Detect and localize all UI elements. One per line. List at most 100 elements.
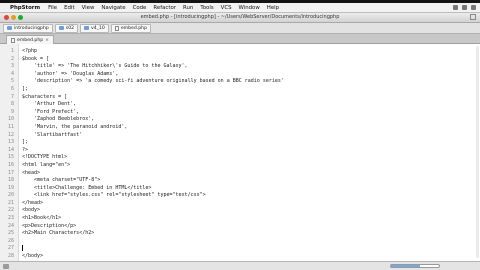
code-text: <title>Challenge: Embed in HTML</title> <box>22 184 152 191</box>
code-line: 25 <h2>Main Characters</h2> <box>0 230 480 238</box>
window-title-bar: embed.php - [introducingphp] - ~/Users/W… <box>0 13 480 23</box>
code-line: 27 <box>0 245 480 253</box>
code-line: 28 </body> <box>0 253 480 261</box>
code-text: $book = [ <box>22 55 50 62</box>
status-bar <box>0 261 480 270</box>
code-text: 'Arthur Dent', <box>22 101 77 108</box>
menu-view[interactable]: View <box>82 5 95 11</box>
code-text: ]; <box>22 85 29 92</box>
breadcrumb-project[interactable]: introducingphp <box>3 23 53 33</box>
line-number: 19 <box>7 184 14 191</box>
menu-code[interactable]: Code <box>133 5 147 11</box>
breadcrumb-file[interactable]: embed.php <box>110 23 152 33</box>
breadcrumb-label: v4_10 <box>91 25 105 31</box>
code-text: <body> <box>22 207 41 214</box>
fullscreen-icon[interactable] <box>470 14 476 20</box>
tab-embed-php[interactable]: embed.php × <box>6 35 54 44</box>
tool-windows-icon[interactable] <box>3 263 9 269</box>
code-line: 17 <head> <box>0 170 480 178</box>
folder-icon <box>7 26 12 30</box>
list-icon[interactable] <box>471 5 476 10</box>
line-number: 1 <box>10 48 14 54</box>
code-line: 14 ?> <box>0 147 480 155</box>
navigation-bar: introducingphp s02 v4_10 embed.php <box>0 23 480 34</box>
line-number: 9 <box>10 108 14 115</box>
menu-file[interactable]: File <box>48 5 57 11</box>
php-file-icon <box>114 25 119 31</box>
line-number: 12 <box>7 131 14 138</box>
breadcrumb-v4-10[interactable]: v4_10 <box>80 23 109 33</box>
progress-fill <box>391 265 420 267</box>
tab-label: embed.php <box>17 37 44 43</box>
line-number: 24 <box>7 222 14 229</box>
code-line: 15 <!DOCTYPE html> <box>0 154 480 162</box>
menu-vcs[interactable]: VCS <box>221 5 232 11</box>
menu-help[interactable]: Help <box>267 5 279 11</box>
folder-icon <box>84 26 90 30</box>
code-line: 4 'author' => 'Douglas Adams', <box>0 71 480 79</box>
code-text: 'Slartibartfast' <box>22 131 83 138</box>
code-text: <p>Description</p> <box>22 222 77 229</box>
editor-tab-bar: embed.php × <box>0 34 480 44</box>
code-text: <head> <box>22 169 41 176</box>
code-text: </body> <box>22 253 44 260</box>
code-line: 20 <link href="styles.css" rel="styleshe… <box>0 192 480 200</box>
code-text: 'description' => 'a comedy sci-fi advent… <box>22 78 284 85</box>
breadcrumb-label: s02 <box>65 25 75 31</box>
line-number: 2 <box>10 55 14 62</box>
code-text: </head> <box>22 199 44 206</box>
search-icon[interactable] <box>462 5 467 10</box>
code-text: 'Marvin, the paranoid android', <box>22 123 128 130</box>
code-lines: 1 <?php 2 $book = [3 'title' => 'The Hitchh… <box>0 48 480 261</box>
line-number: 26 <box>7 237 14 244</box>
code-line: 3 'title' => 'The Hitchhiker\'s Guide to… <box>0 63 480 71</box>
line-number: 4 <box>10 70 14 77</box>
code-text: $characters = [ <box>22 93 68 100</box>
editor-scrollbar[interactable] <box>476 46 479 258</box>
menu-window[interactable]: Window <box>239 5 260 11</box>
line-number: 14 <box>7 146 14 153</box>
close-tab-icon[interactable]: × <box>45 38 49 43</box>
line-number: 18 <box>7 177 14 184</box>
line-number: 27 <box>7 245 14 252</box>
line-number: 3 <box>10 63 14 70</box>
code-text: ]; <box>22 139 29 146</box>
code-line: 26 <box>0 238 480 246</box>
code-line: 5 'description' => 'a comedy sci-fi adve… <box>0 78 480 86</box>
code-text: <link href="styles.css" rel="stylesheet"… <box>22 192 206 199</box>
breadcrumb-label: introducingphp <box>14 25 49 31</box>
code-text: 'Zaphod Beeblebrox', <box>22 116 95 123</box>
code-text: <html lang="en"> <box>22 161 71 168</box>
folder-icon <box>58 26 64 30</box>
background-progress-bar <box>390 264 440 268</box>
line-number: 15 <box>7 154 14 161</box>
code-text: <meta charset="UTF-8"> <box>22 177 101 184</box>
menu-status-icons <box>453 5 480 10</box>
code-line: 22 <body> <box>0 207 480 215</box>
code-text: <?php <box>22 48 38 54</box>
line-number: 10 <box>7 116 14 123</box>
menu-app-name[interactable]: PhpStorm <box>10 5 40 11</box>
code-editor[interactable]: 1 <?php 2 $book = [3 'title' => 'The Hitchh… <box>0 44 480 261</box>
code-line: 2 $book = [ <box>0 56 480 64</box>
code-line: 11 'Marvin, the paranoid android', <box>0 124 480 132</box>
code-line: 24 <p>Description</p> <box>0 223 480 231</box>
breadcrumb-s02[interactable]: s02 <box>54 23 79 33</box>
menu-extra-icon[interactable] <box>453 5 458 10</box>
line-number: 22 <box>7 207 14 214</box>
menu-edit[interactable]: Edit <box>64 5 74 11</box>
code-text: <h2>Main Characters</h2> <box>22 230 95 237</box>
menu-navigate[interactable]: Navigate <box>101 5 125 11</box>
code-text: <h1>Book</h1> <box>22 215 62 222</box>
line-number: 20 <box>7 192 14 199</box>
line-number: 7 <box>10 93 14 100</box>
line-number: 16 <box>7 161 14 168</box>
line-number: 21 <box>7 199 14 206</box>
code-line: 13]; <box>0 139 480 147</box>
menu-tools[interactable]: Tools <box>200 5 213 11</box>
menu-refactor[interactable]: Refactor <box>153 5 176 11</box>
line-number: 11 <box>7 123 14 130</box>
menu-run[interactable]: Run <box>183 5 193 11</box>
line-number: 13 <box>7 139 14 146</box>
code-line: 8 'Arthur Dent', <box>0 101 480 109</box>
